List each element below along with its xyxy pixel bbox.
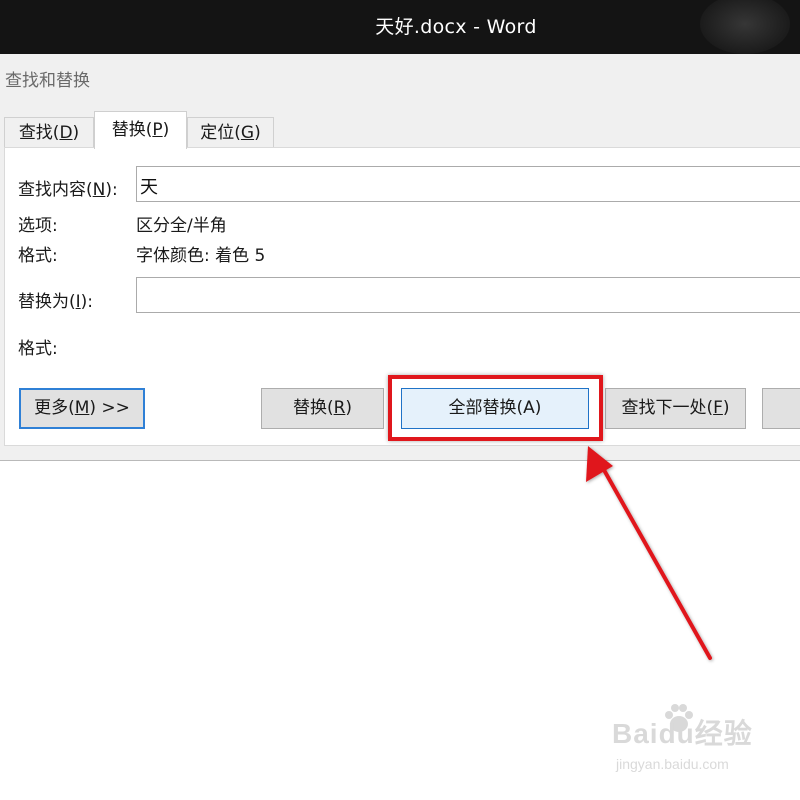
replace-format-label: 格式: bbox=[18, 339, 58, 359]
options-label: 选项: bbox=[18, 216, 58, 236]
find-format-label: 格式: bbox=[18, 246, 58, 266]
options-value: 区分全/半角 bbox=[136, 216, 227, 236]
more-button[interactable]: 更多(M) >> bbox=[19, 388, 145, 429]
tab-replace[interactable]: 替换(P) bbox=[94, 111, 187, 149]
replace-panel: 查找内容(N): 选项: 区分全/半角 格式: 字体颜色: 着色 5 替换为(I… bbox=[4, 147, 800, 446]
find-next-button[interactable]: 查找下一处(F) bbox=[605, 388, 746, 429]
window-title: 天好.docx - Word bbox=[375, 16, 537, 38]
find-format-value: 字体颜色: 着色 5 bbox=[136, 246, 266, 266]
find-what-input[interactable] bbox=[136, 166, 800, 202]
replace-button[interactable]: 替换(R) bbox=[261, 388, 384, 429]
dialog-title: 查找和替换 bbox=[5, 71, 90, 91]
replace-with-input[interactable] bbox=[136, 277, 800, 313]
cancel-button[interactable] bbox=[762, 388, 800, 429]
window-title-bar: 天好.docx - Word bbox=[0, 0, 800, 54]
tab-find[interactable]: 查找(D) bbox=[4, 117, 94, 149]
tab-goto[interactable]: 定位(G) bbox=[187, 117, 274, 149]
watermark-brand: Baidu经验 bbox=[612, 718, 753, 749]
baidu-jingyan-watermark: Baidu经验 jingyan.baidu.com bbox=[612, 704, 762, 782]
find-what-label: 查找内容(N): bbox=[18, 180, 118, 200]
replace-all-button[interactable]: 全部替换(A) bbox=[401, 388, 589, 429]
find-replace-dialog: 查找和替换 查找(D) 替换(P) 定位(G) 查找内容(N): 选项: 区分全… bbox=[0, 54, 800, 461]
watermark-url: jingyan.baidu.com bbox=[616, 756, 729, 772]
tab-strip: 查找(D) 替换(P) 定位(G) bbox=[4, 111, 800, 149]
replace-with-label: 替换为(I): bbox=[18, 292, 94, 312]
